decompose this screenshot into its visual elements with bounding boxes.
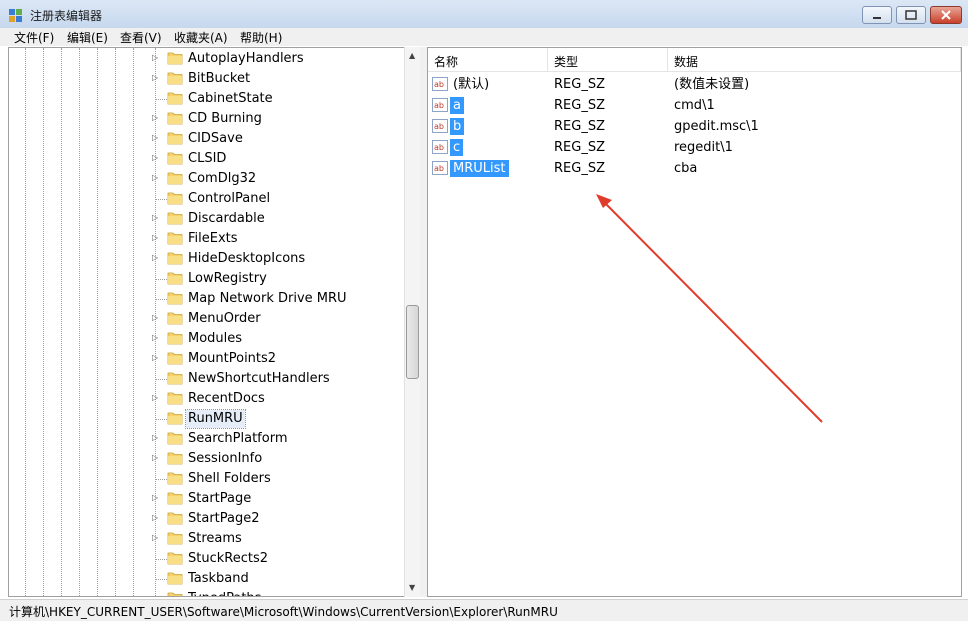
annotation-arrow-icon — [596, 194, 823, 423]
